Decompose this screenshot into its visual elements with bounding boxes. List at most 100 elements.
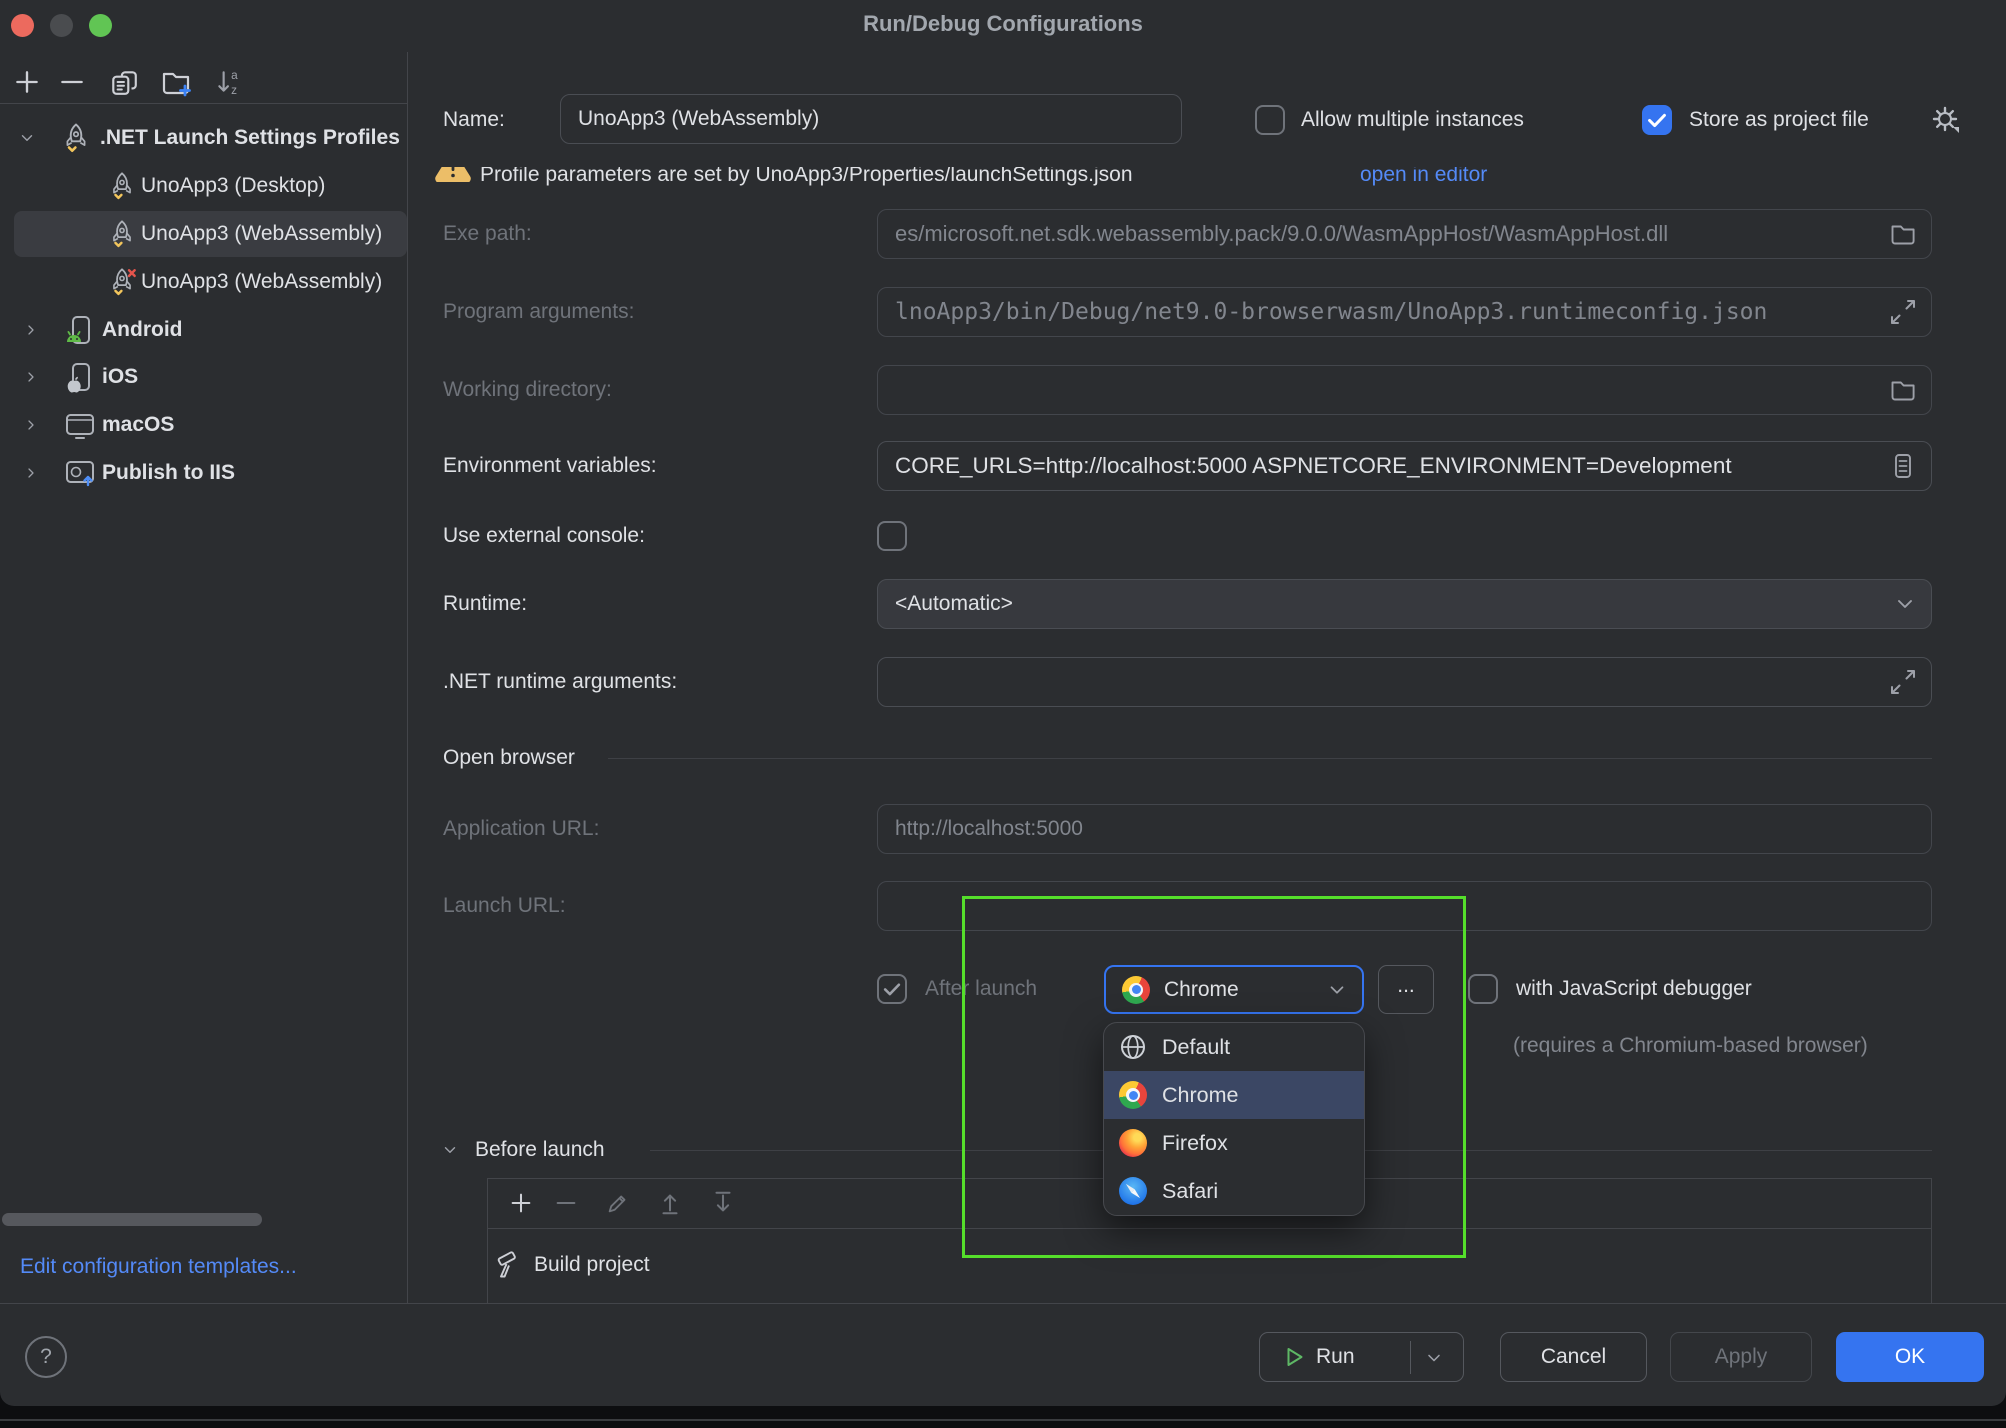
program-arguments-input[interactable]: lnoApp3/bin/Debug/net9.0-browserwasm/Uno…: [877, 287, 1932, 337]
program-arguments-value: lnoApp3/bin/Debug/net9.0-browserwasm/Uno…: [895, 299, 1879, 325]
background-window-edge: [0, 1419, 2006, 1421]
browse-browsers-button[interactable]: ...: [1378, 965, 1434, 1014]
safari-icon: [1119, 1177, 1147, 1205]
tree-item-unoapp3-webassembly-selected[interactable]: UnoApp3 (WebAssembly): [0, 210, 407, 258]
move-task-down-button[interactable]: [710, 1190, 736, 1216]
rocket-icon: [107, 219, 137, 249]
banner-text: Profile parameters are set by UnoApp3/Pr…: [480, 167, 1133, 190]
store-as-project-file-label[interactable]: Store as project file: [1689, 105, 1869, 135]
add-configuration-button[interactable]: [12, 67, 42, 97]
net-runtime-arguments-label: .NET runtime arguments:: [443, 667, 677, 697]
remove-icon: [553, 1190, 579, 1216]
tree-item-label: Publish to IIS: [102, 461, 235, 485]
js-debugger-checkbox[interactable]: [1468, 974, 1498, 1004]
sort-configurations-button[interactable]: [214, 67, 244, 97]
tree-item-label: macOS: [102, 413, 174, 437]
store-settings-button[interactable]: [1928, 102, 1964, 138]
expand-icon[interactable]: [1889, 668, 1917, 696]
tree-item-launch-settings-profiles[interactable]: .NET Launch Settings Profiles: [0, 114, 407, 162]
runtime-value: <Automatic>: [895, 592, 1883, 616]
after-launch-checkbox[interactable]: [877, 974, 907, 1004]
copy-configuration-button[interactable]: [109, 67, 139, 97]
macos-icon: [64, 409, 96, 441]
ok-button[interactable]: OK: [1836, 1332, 1984, 1382]
open-in-editor-link[interactable]: open in editor: [1360, 167, 1487, 190]
remove-task-button[interactable]: [553, 1190, 579, 1216]
chevron-right-icon[interactable]: [23, 369, 39, 385]
tree-item-ios[interactable]: iOS: [0, 353, 407, 401]
chevron-down-icon[interactable]: [441, 1141, 459, 1159]
allow-multiple-instances-label[interactable]: Allow multiple instances: [1301, 105, 1524, 135]
android-phone-icon: [64, 314, 96, 346]
browse-variables-icon[interactable]: [1889, 452, 1917, 480]
dropdown-option-label: Default: [1162, 1035, 1230, 1060]
sidebar-divider: [407, 52, 408, 1303]
chevron-down-icon: [1326, 979, 1348, 1001]
dropdown-option-firefox[interactable]: Firefox: [1104, 1119, 1364, 1167]
sidebar-horizontal-scrollbar[interactable]: [2, 1213, 262, 1226]
rocket-icon: [60, 122, 92, 154]
browser-select-value: Chrome: [1164, 975, 1239, 1005]
net-runtime-arguments-input[interactable]: [877, 657, 1932, 707]
before-launch-heading[interactable]: Before launch: [475, 1135, 605, 1165]
exe-path-input[interactable]: es/microsoft.net.sdk.webassembly.pack/9.…: [877, 209, 1932, 259]
tree-item-label: UnoApp3 (WebAssembly): [141, 222, 382, 246]
tree-item-android[interactable]: Android: [0, 306, 407, 354]
dropdown-option-safari[interactable]: Safari: [1104, 1167, 1364, 1215]
allow-multiple-instances-checkbox[interactable]: [1255, 105, 1285, 135]
chevron-down-icon[interactable]: [1424, 1348, 1444, 1368]
name-label: Name:: [443, 105, 505, 135]
js-debugger-note: (requires a Chromium-based browser): [1513, 1031, 1868, 1061]
cancel-button[interactable]: Cancel: [1500, 1332, 1647, 1382]
tree-item-label: Android: [102, 318, 182, 342]
sidebar-toolbar-divider: [0, 103, 407, 104]
move-down-icon: [710, 1190, 736, 1216]
edit-configuration-templates-link[interactable]: Edit configuration templates...: [20, 1252, 297, 1282]
use-external-console-checkbox[interactable]: [877, 521, 907, 551]
working-directory-input[interactable]: [877, 365, 1932, 415]
dropdown-option-chrome[interactable]: Chrome: [1104, 1071, 1364, 1119]
tree-item-publish-to-iis[interactable]: Publish to IIS: [0, 449, 407, 497]
run-split-divider: [1410, 1341, 1411, 1374]
chevron-right-icon[interactable]: [23, 465, 39, 481]
dropdown-option-default[interactable]: Default: [1104, 1023, 1364, 1071]
new-folder-button[interactable]: [160, 66, 192, 98]
store-as-project-file-checkbox[interactable]: [1642, 105, 1672, 135]
dropdown-option-label: Chrome: [1162, 1083, 1238, 1108]
help-button[interactable]: ?: [25, 1336, 67, 1378]
add-icon: [508, 1190, 534, 1216]
runtime-label: Runtime:: [443, 589, 527, 619]
chevron-right-icon[interactable]: [23, 417, 39, 433]
tree-item-unoapp3-webassembly-error[interactable]: UnoApp3 (WebAssembly): [0, 258, 407, 306]
add-task-button[interactable]: [508, 1190, 534, 1216]
task-table-toolbar-divider: [487, 1228, 1932, 1229]
tree-item-unoapp3-desktop[interactable]: UnoApp3 (Desktop): [0, 162, 407, 210]
folder-icon[interactable]: [1889, 376, 1917, 404]
run-button[interactable]: Run: [1259, 1332, 1464, 1382]
gear-icon: [1928, 102, 1964, 138]
cancel-button-label: Cancel: [1541, 1345, 1606, 1369]
environment-variables-value: CORE_URLS=http://localhost:5000 ASPNETCO…: [895, 453, 1879, 479]
application-url-input[interactable]: http://localhost:5000: [877, 804, 1932, 854]
apply-button[interactable]: Apply: [1670, 1332, 1812, 1382]
runtime-select[interactable]: <Automatic>: [877, 579, 1932, 629]
chevron-down-icon[interactable]: [18, 129, 36, 147]
js-debugger-label[interactable]: with JavaScript debugger: [1516, 974, 1752, 1004]
browser-select[interactable]: Chrome: [1104, 965, 1364, 1014]
chevron-right-icon[interactable]: [23, 322, 39, 338]
launch-url-input[interactable]: [877, 881, 1932, 931]
move-task-up-button[interactable]: [657, 1190, 683, 1216]
task-row-build-project[interactable]: Build project: [488, 1245, 1928, 1285]
edit-task-button[interactable]: [605, 1190, 631, 1216]
name-input[interactable]: UnoApp3 (WebAssembly): [560, 94, 1182, 144]
environment-variables-input[interactable]: CORE_URLS=http://localhost:5000 ASPNETCO…: [877, 441, 1932, 491]
play-icon: [1284, 1346, 1306, 1368]
tree-item-macos[interactable]: macOS: [0, 401, 407, 449]
working-directory-label: Working directory:: [443, 375, 612, 405]
run-debug-configurations-dialog: Run/Debug Configurations .NET Launch Set…: [0, 0, 2006, 1406]
folder-icon[interactable]: [1889, 220, 1917, 248]
program-arguments-label: Program arguments:: [443, 297, 634, 327]
open-browser-divider: [608, 758, 1932, 759]
remove-configuration-button[interactable]: [57, 67, 87, 97]
expand-icon[interactable]: [1889, 298, 1917, 326]
